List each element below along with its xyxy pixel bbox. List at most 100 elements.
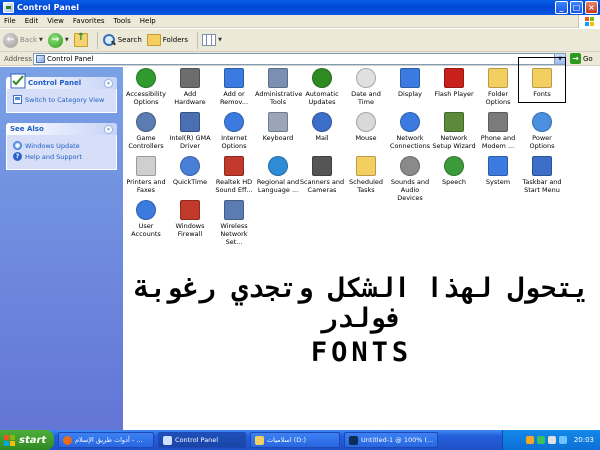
internet-options-icon bbox=[224, 112, 244, 132]
scanners-cameras-icon bbox=[312, 156, 332, 176]
wireless-network-icon bbox=[224, 200, 244, 220]
control-panel-item[interactable]: Network Connections bbox=[387, 112, 433, 150]
link-label: Help and Support bbox=[25, 152, 82, 161]
date-time-icon bbox=[356, 68, 376, 88]
item-label: Regional and Language ... bbox=[256, 178, 300, 194]
control-panel-item[interactable]: Internet Options bbox=[211, 112, 257, 150]
item-label: Realtek HD Sound Eff... bbox=[215, 178, 253, 194]
switch-category-view-link[interactable]: Switch to Category View bbox=[13, 95, 110, 104]
menu-file[interactable]: File bbox=[4, 17, 16, 25]
close-button[interactable]: × bbox=[585, 1, 598, 14]
printers-faxes-icon bbox=[136, 156, 156, 176]
address-value: Control Panel bbox=[47, 55, 94, 63]
search-button[interactable]: Search bbox=[102, 31, 142, 50]
network-icon[interactable] bbox=[558, 436, 567, 444]
item-label: Administrative Tools bbox=[255, 90, 303, 106]
control-panel-item[interactable]: Folder Options bbox=[475, 68, 521, 106]
control-panel-item[interactable]: Windows Firewall bbox=[167, 200, 213, 238]
windows-flag-icon bbox=[585, 17, 594, 26]
windows-flag-icon bbox=[4, 434, 15, 446]
control-panel-item[interactable]: User Accounts bbox=[123, 200, 169, 238]
add-remove-programs-icon bbox=[224, 68, 244, 88]
tray-icon[interactable] bbox=[536, 436, 545, 444]
control-panel-item[interactable]: Add Hardware bbox=[167, 68, 213, 106]
scheduled-tasks-icon bbox=[356, 156, 376, 176]
volume-icon[interactable] bbox=[547, 436, 556, 444]
menu-edit[interactable]: Edit bbox=[25, 17, 39, 25]
menu-view[interactable]: View bbox=[47, 17, 64, 25]
views-icon bbox=[202, 34, 217, 46]
control-panel-item[interactable]: Speech bbox=[431, 156, 477, 186]
quicktime-icon bbox=[180, 156, 200, 176]
window-title: Control Panel bbox=[17, 3, 80, 12]
control-panel-item[interactable]: Wireless Network Set... bbox=[211, 200, 257, 246]
overlay-caption-line1: يتحول لهذا الشكل وتجدي رغوبة bbox=[133, 273, 590, 304]
control-panel-item[interactable]: Automatic Updates bbox=[299, 68, 345, 106]
back-button[interactable]: ← Back ▼ bbox=[3, 31, 43, 50]
up-folder-button[interactable] bbox=[73, 31, 88, 50]
go-button[interactable]: → Go bbox=[570, 53, 593, 64]
taskbar-item-browser[interactable]: أدوات طريق الإسلام - ... bbox=[58, 432, 154, 448]
control-panel-item[interactable]: Scanners and Cameras bbox=[299, 156, 345, 194]
go-arrow-icon: → bbox=[570, 53, 581, 64]
system-icon bbox=[488, 156, 508, 176]
item-label: QuickTime bbox=[172, 178, 208, 186]
item-label: Internet Options bbox=[221, 134, 247, 150]
start-button[interactable]: start bbox=[0, 430, 54, 450]
item-label: Game Controllers bbox=[128, 134, 164, 150]
folder-icon bbox=[255, 435, 264, 445]
folders-button[interactable]: Folders bbox=[146, 31, 188, 50]
see-also-header[interactable]: See Also « bbox=[6, 123, 117, 135]
control-panel-item[interactable]: Mail bbox=[299, 112, 345, 142]
folders-icon bbox=[146, 34, 161, 46]
game-controllers-icon bbox=[136, 112, 156, 132]
control-panel-icon bbox=[36, 55, 45, 63]
tray-icon[interactable] bbox=[525, 436, 534, 444]
control-panel-item[interactable]: Power Options bbox=[519, 112, 565, 150]
control-panel-item[interactable]: Regional and Language ... bbox=[255, 156, 301, 194]
control-panel-item[interactable]: System bbox=[475, 156, 521, 186]
control-panel-item[interactable]: Phone and Modem ... bbox=[475, 112, 521, 150]
menu-tools[interactable]: Tools bbox=[114, 17, 131, 25]
collapse-icon[interactable]: « bbox=[104, 124, 113, 134]
control-panel-item[interactable]: Taskbar and Start Menu bbox=[519, 156, 565, 194]
taskbar-item-photoshop[interactable]: Untitled-1 @ 100% (... bbox=[344, 432, 438, 448]
taskbar-item-control-panel[interactable]: Control Panel bbox=[158, 432, 246, 448]
control-panel-item[interactable]: Flash Player bbox=[431, 68, 477, 98]
views-button[interactable]: ▼ bbox=[202, 31, 222, 50]
control-panel-item[interactable]: Printers and Faxes bbox=[123, 156, 169, 194]
collapse-icon[interactable]: « bbox=[104, 78, 113, 88]
control-panel-item[interactable]: Display bbox=[387, 68, 433, 98]
control-panel-item[interactable]: Mouse bbox=[343, 112, 389, 142]
flash-player-icon bbox=[444, 68, 464, 88]
item-label: Keyboard bbox=[262, 134, 294, 142]
windows-update-link[interactable]: Windows Update bbox=[13, 141, 110, 150]
toolbar-separator bbox=[197, 31, 199, 49]
control-panel-item[interactable]: Scheduled Tasks bbox=[343, 156, 389, 194]
item-label: Scheduled Tasks bbox=[349, 178, 383, 194]
minimize-button[interactable]: _ bbox=[555, 1, 568, 14]
help-support-link[interactable]: ? Help and Support bbox=[13, 152, 110, 161]
see-also-body: Windows Update ? Help and Support bbox=[6, 135, 117, 170]
item-label: System bbox=[485, 178, 511, 186]
address-input[interactable]: Control Panel ▼ bbox=[33, 53, 566, 65]
control-panel-item[interactable]: Add or Remov... bbox=[211, 68, 257, 106]
category-view-icon bbox=[13, 95, 22, 104]
control-panel-item[interactable]: Date and Time bbox=[343, 68, 389, 106]
control-panel-item[interactable]: Game Controllers bbox=[123, 112, 169, 150]
control-panel-item[interactable]: Intel(R) GMA Driver bbox=[167, 112, 213, 150]
control-panel-item[interactable]: Accessibility Options bbox=[123, 68, 169, 106]
control-panel-item[interactable]: Sounds and Audio Devices bbox=[387, 156, 433, 202]
control-panel-item[interactable]: Realtek HD Sound Eff... bbox=[211, 156, 257, 194]
control-panel-item[interactable]: Network Setup Wizard bbox=[431, 112, 477, 150]
maximize-button[interactable]: □ bbox=[570, 1, 583, 14]
control-panel-item[interactable]: Administrative Tools bbox=[255, 68, 303, 106]
forward-button[interactable]: → ▼ bbox=[47, 31, 69, 50]
control-panel-item[interactable]: QuickTime bbox=[167, 156, 213, 186]
taskbar-item-folder[interactable]: اسلاميات (D:) bbox=[250, 432, 340, 448]
menu-help[interactable]: Help bbox=[140, 17, 156, 25]
control-panel-section: Control Panel « Switch to Category View bbox=[6, 73, 117, 113]
overlay-caption-line2: فولدر bbox=[320, 303, 403, 334]
control-panel-item[interactable]: Keyboard bbox=[255, 112, 301, 142]
menu-favorites[interactable]: Favorites bbox=[73, 17, 105, 25]
